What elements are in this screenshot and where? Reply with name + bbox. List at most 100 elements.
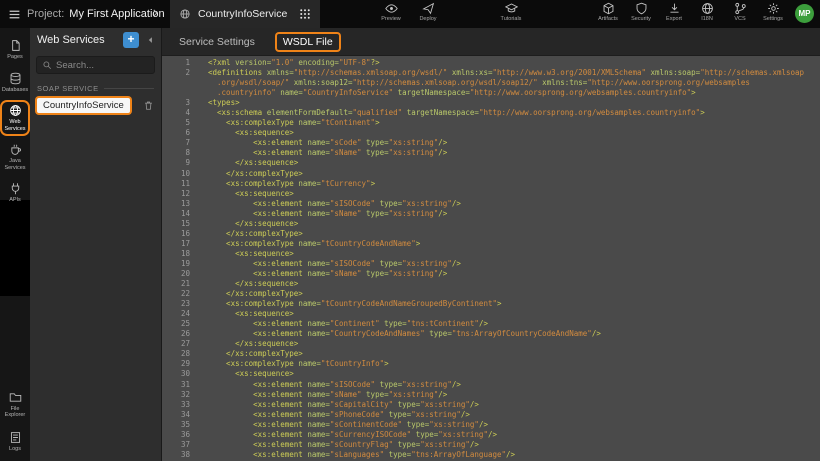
code-line[interactable]: 16 </xs:complexType>: [162, 229, 820, 239]
service-tab[interactable]: CountryInfoService: [170, 0, 320, 28]
code-line[interactable]: 14 <xs:element name="sName" type="xs:str…: [162, 209, 820, 219]
code-line[interactable]: 19 <xs:element name="sISOCode" type="xs:…: [162, 259, 820, 269]
code-line[interactable]: .countryinfo" name="CountryInfoService" …: [162, 88, 820, 98]
code-line[interactable]: 17 <xs:complexType name="tCountryCodeAnd…: [162, 239, 820, 249]
code-line[interactable]: 28 </xs:complexType>: [162, 349, 820, 359]
code-line[interactable]: 20 <xs:element name="sName" type="xs:str…: [162, 269, 820, 279]
code-line[interactable]: 33 <xs:element name="sCapitalCity" type=…: [162, 400, 820, 410]
settings-button[interactable]: Settings: [762, 2, 784, 22]
deploy-label: Deploy: [419, 16, 436, 22]
search-input[interactable]: [56, 60, 149, 71]
code-line[interactable]: 24 <xs:sequence>: [162, 309, 820, 319]
line-number: 11: [162, 179, 202, 189]
settings-label: Settings: [763, 16, 783, 22]
code-line[interactable]: 21 </xs:sequence>: [162, 279, 820, 289]
code-line[interactable]: 37 <xs:element name="sCountryFlag" type=…: [162, 440, 820, 450]
sidebar-item-java-services[interactable]: Java Services: [0, 139, 30, 175]
code-line[interactable]: 1<?xml version="1.0" encoding="UTF-8"?>: [162, 58, 820, 68]
panel-header: Web Services +: [30, 28, 161, 52]
folder-icon: [9, 391, 22, 404]
line-number: 13: [162, 199, 202, 209]
web-service-icon: [179, 8, 191, 20]
code-line[interactable]: 38 <xs:element name="sLanguages" type="t…: [162, 450, 820, 460]
tutorials-icon: [505, 2, 518, 15]
export-button[interactable]: Export: [663, 2, 685, 22]
i18n-button[interactable]: I18N: [696, 2, 718, 22]
line-number: 14: [162, 209, 202, 219]
code-line[interactable]: 36 <xs:element name="sCurrencyISOCode" t…: [162, 430, 820, 440]
service-name[interactable]: CountryInfoService: [37, 98, 130, 113]
line-number: [162, 88, 202, 98]
line-number: 16: [162, 229, 202, 239]
code-line[interactable]: 6 <xs:sequence>: [162, 128, 820, 138]
chevron-right-icon[interactable]: [150, 8, 160, 18]
code-line[interactable]: 9 </xs:sequence>: [162, 158, 820, 168]
line-number: 27: [162, 339, 202, 349]
code-line[interactable]: 23 <xs:complexType name="tCountryCodeAnd…: [162, 299, 820, 309]
search-box[interactable]: [36, 56, 155, 74]
line-number: 2: [162, 68, 202, 78]
security-button[interactable]: Security: [630, 2, 652, 22]
code-line[interactable]: 12 <xs:sequence>: [162, 189, 820, 199]
code-line[interactable]: 29 <xs:complexType name="tCountryInfo">: [162, 359, 820, 369]
code-line[interactable]: 2<definitions xmlns="http://schemas.xmls…: [162, 68, 820, 78]
service-tab-label: CountryInfoService: [198, 8, 287, 20]
vcs-label: VCS: [734, 16, 745, 22]
code-line[interactable]: .org/wsdl/soap/" xmlns:soap12="http://sc…: [162, 78, 820, 88]
sidebar-item-databases[interactable]: Databases: [0, 68, 30, 98]
pages-icon: [9, 39, 22, 52]
code-line[interactable]: 3<types>: [162, 98, 820, 108]
wsdl-editor[interactable]: 1<?xml version="1.0" encoding="UTF-8"?>2…: [162, 56, 820, 461]
vcs-icon: [734, 2, 747, 15]
sidebar-item-apis[interactable]: APIs: [0, 178, 30, 208]
project-selector[interactable]: Project: My First Application: [27, 0, 165, 28]
grid-menu-icon[interactable]: [299, 8, 311, 20]
line-number: 31: [162, 380, 202, 390]
tab-wsdl-file[interactable]: WSDL File: [277, 34, 339, 50]
tab-service-settings[interactable]: Service Settings: [179, 36, 255, 48]
code-line[interactable]: 27 </xs:sequence>: [162, 339, 820, 349]
sidebar-item-logs[interactable]: Logs: [0, 427, 30, 457]
tutorials-button[interactable]: Tutorials: [500, 2, 522, 22]
code-line[interactable]: 11 <xs:complexType name="tCurrency">: [162, 179, 820, 189]
sidebar-item-label: Web Services: [1, 119, 29, 132]
code-line[interactable]: 34 <xs:element name="sPhoneCode" type="x…: [162, 410, 820, 420]
collapse-panel-icon[interactable]: [144, 35, 157, 45]
export-label: Export: [666, 16, 682, 22]
line-number: 7: [162, 138, 202, 148]
code-line[interactable]: 15 </xs:sequence>: [162, 219, 820, 229]
avatar[interactable]: MP: [795, 4, 814, 23]
artifacts-button[interactable]: Artifacts: [597, 2, 619, 22]
code-line[interactable]: 5 <xs:complexType name="tContinent">: [162, 118, 820, 128]
code-line[interactable]: 25 <xs:element name="Continent" type="tn…: [162, 319, 820, 329]
code-line[interactable]: 35 <xs:element name="sContinentCode" typ…: [162, 420, 820, 430]
line-number: [162, 78, 202, 88]
code-area[interactable]: 1<?xml version="1.0" encoding="UTF-8"?>2…: [162, 56, 820, 460]
menu-icon[interactable]: [8, 8, 21, 21]
settings-gear-icon: [767, 2, 780, 15]
code-line[interactable]: 13 <xs:element name="sISOCode" type="xs:…: [162, 199, 820, 209]
vcs-button[interactable]: VCS: [729, 2, 751, 22]
code-line[interactable]: 26 <xs:element name="CountryCodeAndNames…: [162, 329, 820, 339]
sidebar-item-pages[interactable]: Pages: [0, 35, 30, 65]
delete-service-icon[interactable]: [143, 100, 154, 111]
code-line[interactable]: 4 <xs:schema elementFormDefault="qualifi…: [162, 108, 820, 118]
service-list-item[interactable]: CountryInfoService: [37, 98, 154, 113]
code-line[interactable]: 10 </xs:complexType>: [162, 169, 820, 179]
sidebar-item-web-services[interactable]: Web Services: [0, 100, 30, 136]
code-line[interactable]: 31 <xs:element name="sISOCode" type="xs:…: [162, 380, 820, 390]
code-line[interactable]: 7 <xs:element name="sCode" type="xs:stri…: [162, 138, 820, 148]
code-line[interactable]: 22 </xs:complexType>: [162, 289, 820, 299]
code-line[interactable]: 32 <xs:element name="sName" type="xs:str…: [162, 390, 820, 400]
sidebar-item-file-explorer[interactable]: File Explorer: [0, 387, 30, 423]
line-number: 30: [162, 369, 202, 379]
i18n-icon: [701, 2, 714, 15]
preview-button[interactable]: Preview: [380, 2, 402, 22]
code-line[interactable]: 18 <xs:sequence>: [162, 249, 820, 259]
add-service-button[interactable]: +: [123, 32, 139, 48]
code-line[interactable]: 8 <xs:element name="sName" type="xs:stri…: [162, 148, 820, 158]
line-number: 24: [162, 309, 202, 319]
deploy-button[interactable]: Deploy: [417, 2, 439, 22]
logs-icon: [9, 431, 22, 444]
code-line[interactable]: 30 <xs:sequence>: [162, 369, 820, 379]
